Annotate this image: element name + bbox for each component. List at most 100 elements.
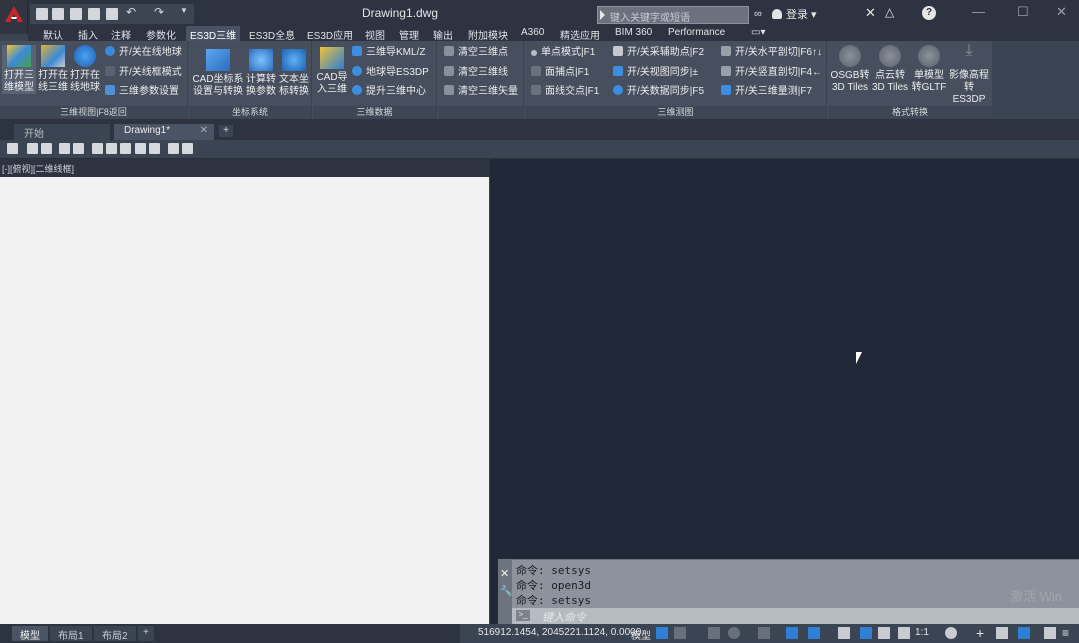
- save-icon[interactable]: [70, 8, 82, 20]
- tab-view[interactable]: 视图: [365, 27, 385, 42]
- scale-value[interactable]: 1:1: [915, 627, 929, 638]
- open-online-3d-button[interactable]: 打开在 线三维: [37, 45, 69, 94]
- tab-default[interactable]: 默认: [43, 27, 63, 42]
- toggle-wireframe-button[interactable]: 开/关线框模式: [105, 66, 182, 80]
- snap-mode-icon[interactable]: [674, 627, 686, 639]
- clear-3d-vectors-button[interactable]: 清空三维矢量: [444, 85, 518, 99]
- drawing-paper-area[interactable]: [0, 177, 489, 624]
- binoculars-icon[interactable]: ∞: [754, 8, 766, 20]
- surface-snap-button[interactable]: 面捕点|F1: [531, 66, 589, 80]
- tab-addins[interactable]: 附加模块: [468, 27, 508, 42]
- tab-performance[interactable]: Performance: [668, 27, 725, 38]
- cad-coordinate-settings-button[interactable]: CAD坐标系 设置与转换: [192, 49, 244, 98]
- image-elevation-to-es3dp-button[interactable]: ⤓ 影像高程 转ES3DP: [948, 43, 990, 106]
- open-online-globe-button[interactable]: 打开在 线地球: [69, 45, 101, 94]
- annotation-scale-icon[interactable]: [898, 627, 910, 639]
- export-es3dp-button[interactable]: 地球导ES3DP: [352, 66, 429, 80]
- toolbar-tool-icon[interactable]: [182, 143, 193, 154]
- calc-transform-params-button[interactable]: 计算转 换参数: [245, 49, 277, 98]
- toolbar-tool-icon[interactable]: [149, 143, 160, 154]
- workspace-gear-icon[interactable]: [945, 627, 957, 639]
- model-to-gltf-button[interactable]: 单模型 转GLTF: [910, 45, 948, 94]
- close-icon[interactable]: ✕: [1056, 4, 1067, 20]
- exchange-apps-icon[interactable]: ✕: [865, 5, 876, 21]
- new-file-icon[interactable]: [36, 8, 48, 20]
- maximize-icon[interactable]: ☐: [1017, 4, 1029, 20]
- toolbar-tool-icon[interactable]: [7, 143, 18, 154]
- login-button[interactable]: 登录 ▾: [772, 6, 817, 22]
- tab-manage[interactable]: 管理: [399, 27, 419, 42]
- tab-a360[interactable]: A360: [521, 27, 544, 38]
- clean-screen-icon[interactable]: [1044, 627, 1056, 639]
- toolbar-tool-icon[interactable]: [135, 143, 146, 154]
- clear-3d-points-button[interactable]: 清空三维点: [444, 46, 508, 60]
- toolbar-tool-icon[interactable]: [92, 143, 103, 154]
- tab-es3d-hologram[interactable]: ES3D全息: [249, 27, 295, 42]
- save-as-icon[interactable]: [88, 8, 100, 20]
- open-3d-model-button[interactable]: 打开三 维模型: [2, 45, 36, 94]
- hardware-acceleration-icon[interactable]: [1018, 627, 1030, 639]
- toolbar-tool-icon[interactable]: [120, 143, 131, 154]
- lineweight-icon[interactable]: [838, 627, 850, 639]
- help-icon[interactable]: ?: [922, 6, 936, 20]
- toolbar-tool-icon[interactable]: [27, 143, 38, 154]
- expand-arrow-icon[interactable]: [600, 10, 605, 20]
- redo-icon[interactable]: ↷: [154, 5, 166, 19]
- tab-drawing1[interactable]: Drawing1* ✕: [114, 124, 214, 140]
- open-file-icon[interactable]: [52, 8, 64, 20]
- export-kml-button[interactable]: 三维导KML/Z: [352, 46, 425, 60]
- application-menu-button[interactable]: [0, 0, 28, 34]
- toggle-aux-points-button[interactable]: 开/关采辅助点|F2: [613, 46, 704, 60]
- pointcloud-to-3dtiles-button[interactable]: 点云转 3D Tiles: [870, 45, 910, 94]
- plus-icon[interactable]: +: [976, 626, 988, 640]
- raise-3d-center-button[interactable]: 提升三维中心: [352, 85, 426, 99]
- add-layout-button[interactable]: +: [138, 626, 154, 641]
- toolbar-tool-icon[interactable]: [41, 143, 52, 154]
- layout-tab-layout2[interactable]: 布局2: [94, 626, 136, 642]
- new-tab-button[interactable]: +: [219, 125, 233, 137]
- surface-line-intersect-button[interactable]: 面线交点|F1: [531, 85, 599, 99]
- annotation-visibility-icon[interactable]: [860, 627, 872, 639]
- autodesk-360-icon[interactable]: △: [885, 5, 894, 19]
- command-input[interactable]: >_ 键入命令: [512, 608, 1079, 624]
- tab-annotate[interactable]: 注释: [111, 27, 131, 42]
- osgb-to-3dtiles-button[interactable]: OSGB转 3D Tiles: [830, 45, 870, 94]
- toggle-view-sync-button[interactable]: 开/关视图同步|±: [613, 66, 698, 80]
- ortho-icon[interactable]: [708, 627, 720, 639]
- 3d-viewport[interactable]: [490, 159, 1079, 559]
- tab-featured-apps[interactable]: 精选应用: [560, 27, 600, 42]
- object-snap-icon[interactable]: [808, 627, 820, 639]
- search-input[interactable]: 键入关键字或短语: [597, 6, 749, 24]
- viewport-controls-label[interactable]: [-][俯视][二维线框]: [2, 162, 74, 175]
- minimize-icon[interactable]: —: [972, 4, 985, 19]
- tab-es3d-apps[interactable]: ES3D应用: [307, 27, 353, 42]
- tab-insert[interactable]: 插入: [78, 27, 98, 42]
- auto-scale-icon[interactable]: [878, 627, 890, 639]
- model-space-toggle[interactable]: 模型: [631, 627, 651, 642]
- object-snap-tracking-icon[interactable]: [786, 627, 798, 639]
- toolbar-tool-icon[interactable]: [106, 143, 117, 154]
- layout-tab-layout1[interactable]: 布局1: [50, 626, 92, 642]
- toggle-3d-measure-button[interactable]: 开/关三维量测|F7: [721, 85, 812, 99]
- tab-start[interactable]: 开始: [14, 124, 110, 140]
- tab-output[interactable]: 输出: [433, 27, 453, 42]
- layout-tab-model[interactable]: 模型: [12, 626, 48, 642]
- cad-import-3d-button[interactable]: CAD导 入三维: [315, 47, 349, 96]
- command-prompt-icon[interactable]: >_: [516, 610, 530, 621]
- viewport-divider[interactable]: [490, 159, 498, 624]
- toggle-horizontal-section-button[interactable]: 开/关水平剖切|F6↑↓: [721, 46, 822, 60]
- tab-close-icon[interactable]: ✕: [200, 125, 208, 136]
- toolbar-tool-icon[interactable]: [73, 143, 84, 154]
- customize-qat-icon[interactable]: ▼: [180, 6, 192, 18]
- polar-tracking-icon[interactable]: [728, 627, 740, 639]
- tab-bim360[interactable]: BIM 360: [615, 27, 652, 38]
- toggle-online-globe-button[interactable]: 开/关在线地球: [105, 46, 182, 60]
- ribbon-options-icon[interactable]: ▭▾: [751, 27, 765, 38]
- print-icon[interactable]: [106, 8, 118, 20]
- isolate-objects-icon[interactable]: [996, 627, 1008, 639]
- tab-parametric[interactable]: 参数化: [146, 27, 176, 42]
- undo-icon[interactable]: ↶: [126, 5, 138, 19]
- toggle-data-sync-button[interactable]: 开/关数据同步|F5: [613, 85, 704, 99]
- toggle-vertical-section-button[interactable]: 开/关竖直剖切|F4←: [721, 66, 822, 80]
- 3d-parameter-settings-button[interactable]: 三维参数设置: [105, 85, 179, 99]
